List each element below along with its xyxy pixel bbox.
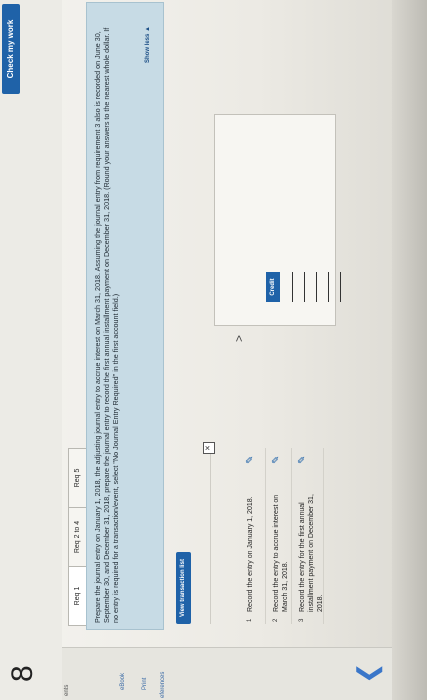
pencil-icon[interactable]: ✎ — [245, 456, 256, 464]
tab-req-1[interactable]: Req 1 — [68, 566, 88, 626]
view-transaction-list-button[interactable]: View transaction list — [176, 552, 191, 624]
transaction-label: Record the entry for the first annual in… — [299, 494, 324, 612]
transaction-row[interactable]: 1 Record the entry on January 1, 2018. ✎ — [243, 448, 266, 624]
transaction-label: Record the entry on January 1, 2018. — [247, 496, 254, 612]
instructions-panel: Prepare the journal entry on January 1, … — [86, 2, 164, 630]
tab-req-5[interactable]: Req 5 — [68, 448, 88, 508]
transaction-row[interactable]: 2 Record the entry to accrue interest on… — [269, 448, 292, 624]
grid-line — [304, 272, 305, 302]
grid-line — [328, 272, 329, 302]
side-nav-references[interactable]: eferences — [160, 672, 166, 698]
page-stage: 8 Check my work ents eBook Print eferenc… — [0, 0, 427, 700]
check-my-work-button[interactable]: Check my work — [2, 4, 20, 94]
side-nav-label: ents — [64, 684, 70, 696]
problem-number: 8 — [6, 665, 39, 682]
instructions-text: Prepare the journal entry on January 1, … — [93, 27, 120, 623]
transaction-list: ✕ 1 Record the entry on January 1, 2018.… — [203, 442, 361, 624]
close-icon[interactable]: ✕ — [203, 442, 215, 454]
transaction-number: 3 — [299, 618, 305, 622]
pencil-icon[interactable]: ✎ — [297, 456, 308, 464]
grid-line — [292, 272, 293, 302]
header-bar: 8 Check my work — [0, 0, 62, 700]
side-nav-print[interactable]: Print — [142, 678, 148, 690]
chevron-right-icon[interactable]: > — [232, 335, 246, 342]
grid-line — [340, 272, 341, 302]
transaction-number: 1 — [247, 618, 253, 622]
credit-column-header: Credit — [266, 272, 280, 302]
transaction-number: 2 — [273, 618, 279, 622]
show-less-toggle[interactable]: Show less ▲ — [145, 26, 151, 63]
chevron-left-icon[interactable]: ❮ — [352, 662, 383, 684]
page-bottom-shadow — [392, 0, 427, 700]
tab-req-2-to-4[interactable]: Req 2 to 4 — [68, 507, 88, 567]
side-nav-ebook[interactable]: eBook — [120, 673, 126, 690]
side-nav: ents eBook Print eferences ❮ — [62, 647, 427, 700]
transaction-row[interactable]: 3 Record the entry for the first annual … — [295, 448, 324, 624]
pencil-icon[interactable]: ✎ — [271, 456, 282, 464]
transaction-label: Record the entry to accrue interest on M… — [273, 494, 289, 612]
grid-line — [316, 272, 317, 302]
